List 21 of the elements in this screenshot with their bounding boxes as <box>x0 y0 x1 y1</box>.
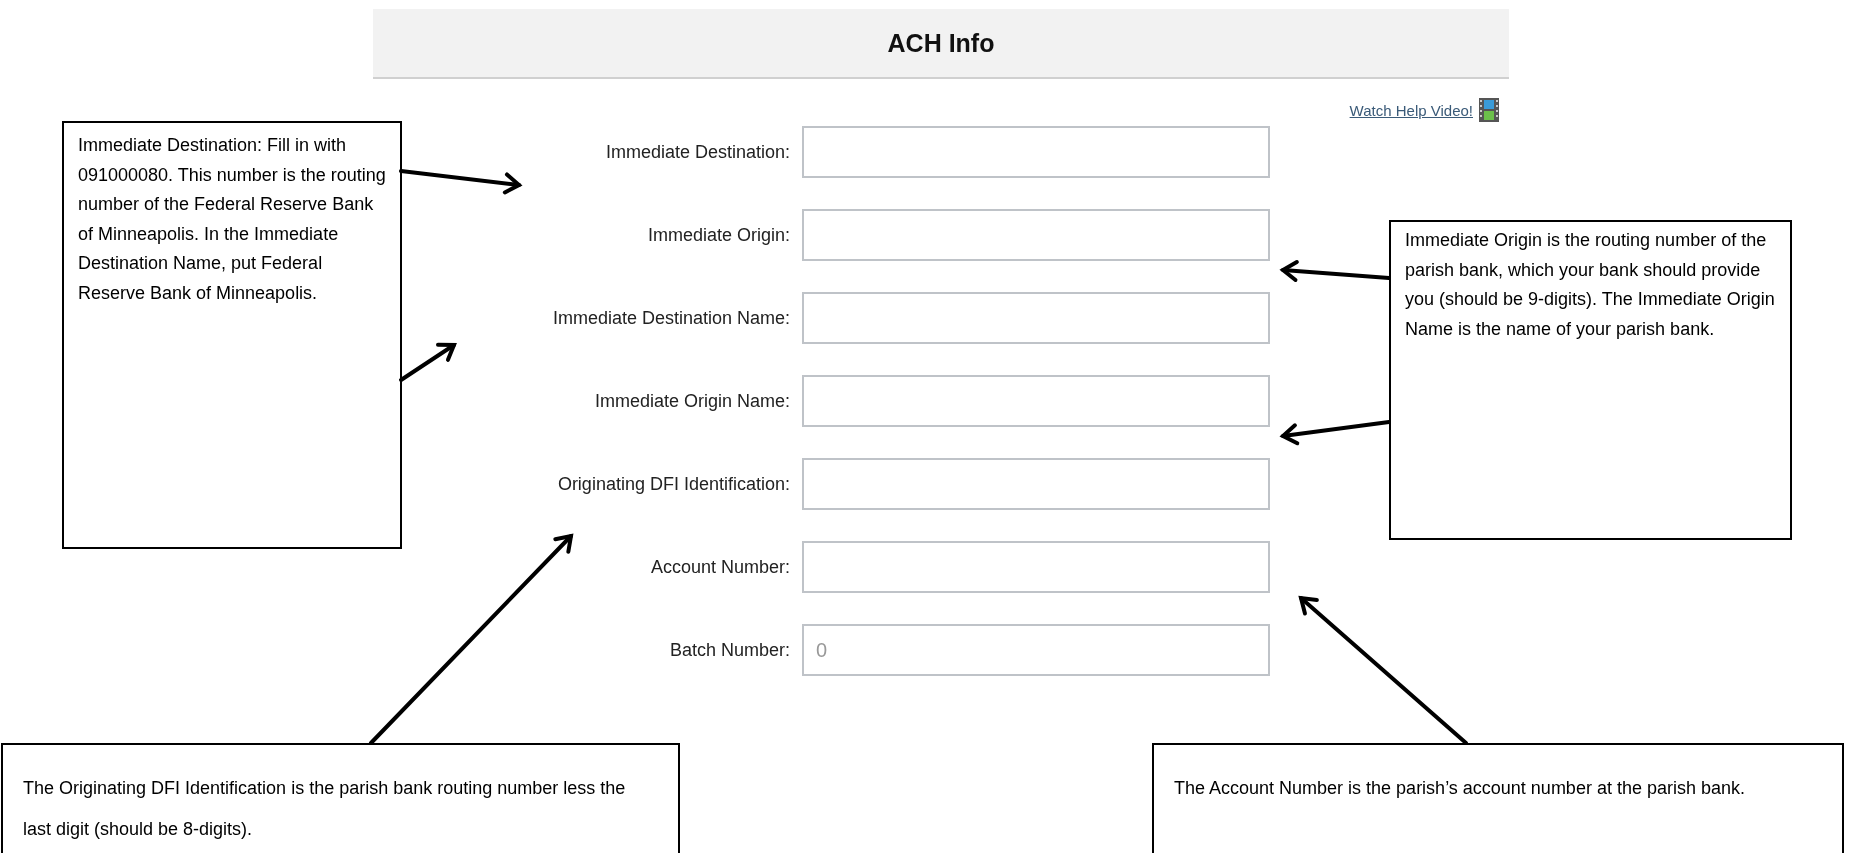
field-label: Batch Number: <box>668 639 791 661</box>
field-label: Originating DFI Identification: <box>556 473 791 495</box>
field-label: Account Number: <box>649 556 791 578</box>
help-video-link[interactable]: Watch Help Video! <box>1349 101 1473 119</box>
input-field[interactable]: 0 <box>802 624 1270 676</box>
input-field[interactable] <box>802 458 1270 510</box>
input-field[interactable] <box>802 209 1270 261</box>
field-label: Immediate Destination: <box>604 141 791 163</box>
callout-text: Immediate Origin is the routing number of the parish bank, which your bank should provide you (should be 9-digits). The Immediate Origin Name is the name of your parish bank. <box>1404 229 1776 341</box>
input-field[interactable] <box>802 126 1270 178</box>
input-field[interactable] <box>802 292 1270 344</box>
page-title: ACH Info <box>887 28 995 58</box>
callout-text: The Originating DFI Identification is the parish bank routing number less the last digit (should be 8-digits). <box>22 777 627 841</box>
input-field[interactable] <box>802 541 1270 593</box>
callout-text: The Account Number is the parish’s account number at the parish bank. <box>1173 777 1746 800</box>
field-label: Immediate Origin Name: <box>593 390 791 412</box>
field-label: Immediate Origin: <box>646 224 791 246</box>
field-label: Immediate Destination Name: <box>551 307 791 329</box>
film-strip-icon <box>1479 98 1499 122</box>
input-field[interactable] <box>802 375 1270 427</box>
callout-text: Immediate Destination: Fill in with 091000080. This number is the routing number of the Federal Reserve Bank of Minneapolis. In the Immediate Destination Name, put Federal Reserve Bank of Minneapolis. <box>77 134 387 305</box>
